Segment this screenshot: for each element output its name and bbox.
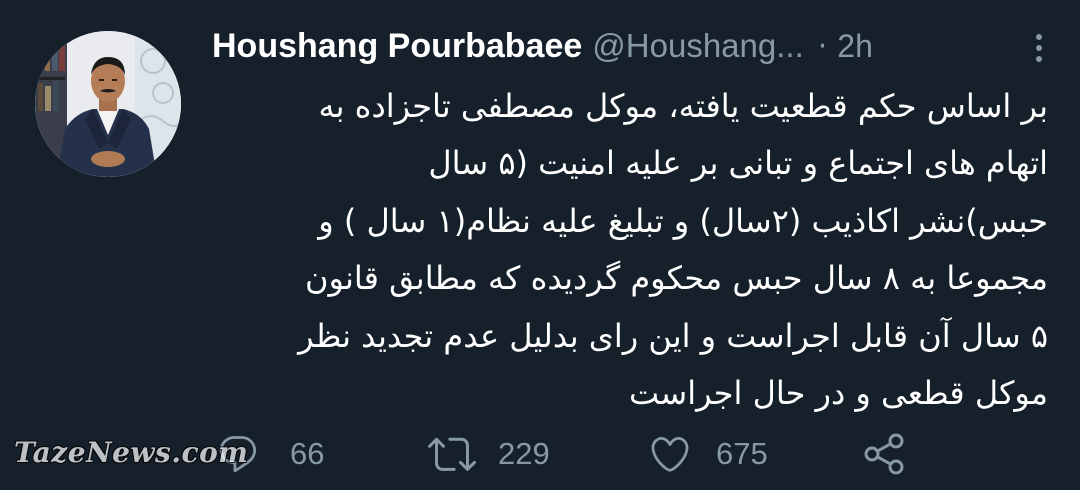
reply-button[interactable]: 66 <box>216 424 324 484</box>
author-name[interactable]: Houshang Pourbabaee <box>212 27 582 66</box>
tweet-line: اتهام های اجتماع و تبانی بر علیه امنیت (… <box>428 144 1048 183</box>
avatar[interactable] <box>35 31 181 177</box>
header-separator: · <box>817 28 828 64</box>
tweet-line: بر اساس حکم قطعیت یافته، موکل مصطفی تاجز… <box>318 87 1048 125</box>
retweet-button[interactable]: 229 <box>428 424 550 484</box>
retweet-icon <box>428 437 476 471</box>
author-handle[interactable]: @Houshang... <box>592 27 803 65</box>
reply-count: 66 <box>290 436 325 471</box>
tweet-header: Houshang Pourbabaee @Houshang... · 2h <box>212 24 1052 68</box>
tweet-line: مجموعا به ۸ سال حبس محکوم گردیده که مطاب… <box>304 259 1048 298</box>
tweet-line: حبس)نشر اکاذیب (۲سال) و تبلیغ علیه نظام(… <box>318 201 1048 240</box>
tweet-card: Houshang Pourbabaee @Houshang... · 2h بر… <box>0 0 1080 490</box>
retweet-count: 229 <box>498 436 550 471</box>
tweet-timestamp[interactable]: 2h <box>837 28 873 65</box>
avatar-image <box>35 31 181 177</box>
like-button[interactable]: 675 <box>648 424 768 484</box>
share-button[interactable] <box>862 424 908 484</box>
tweet-line: ۵ سال آن قابل اجراست و این رای بدلیل عدم… <box>298 316 1048 355</box>
tweet-text: بر اساس حکم قطعیت یافته، موکل مصطفی تاجز… <box>230 78 1048 422</box>
tweet-actions: 66 229 675 <box>0 424 1080 484</box>
tweet-line: موکل قطعی و در حال اجراست <box>628 374 1048 413</box>
like-count: 675 <box>716 436 768 471</box>
more-options-icon[interactable] <box>1024 30 1054 66</box>
reply-icon <box>219 436 257 473</box>
heart-icon <box>651 436 689 472</box>
share-icon <box>864 433 904 475</box>
